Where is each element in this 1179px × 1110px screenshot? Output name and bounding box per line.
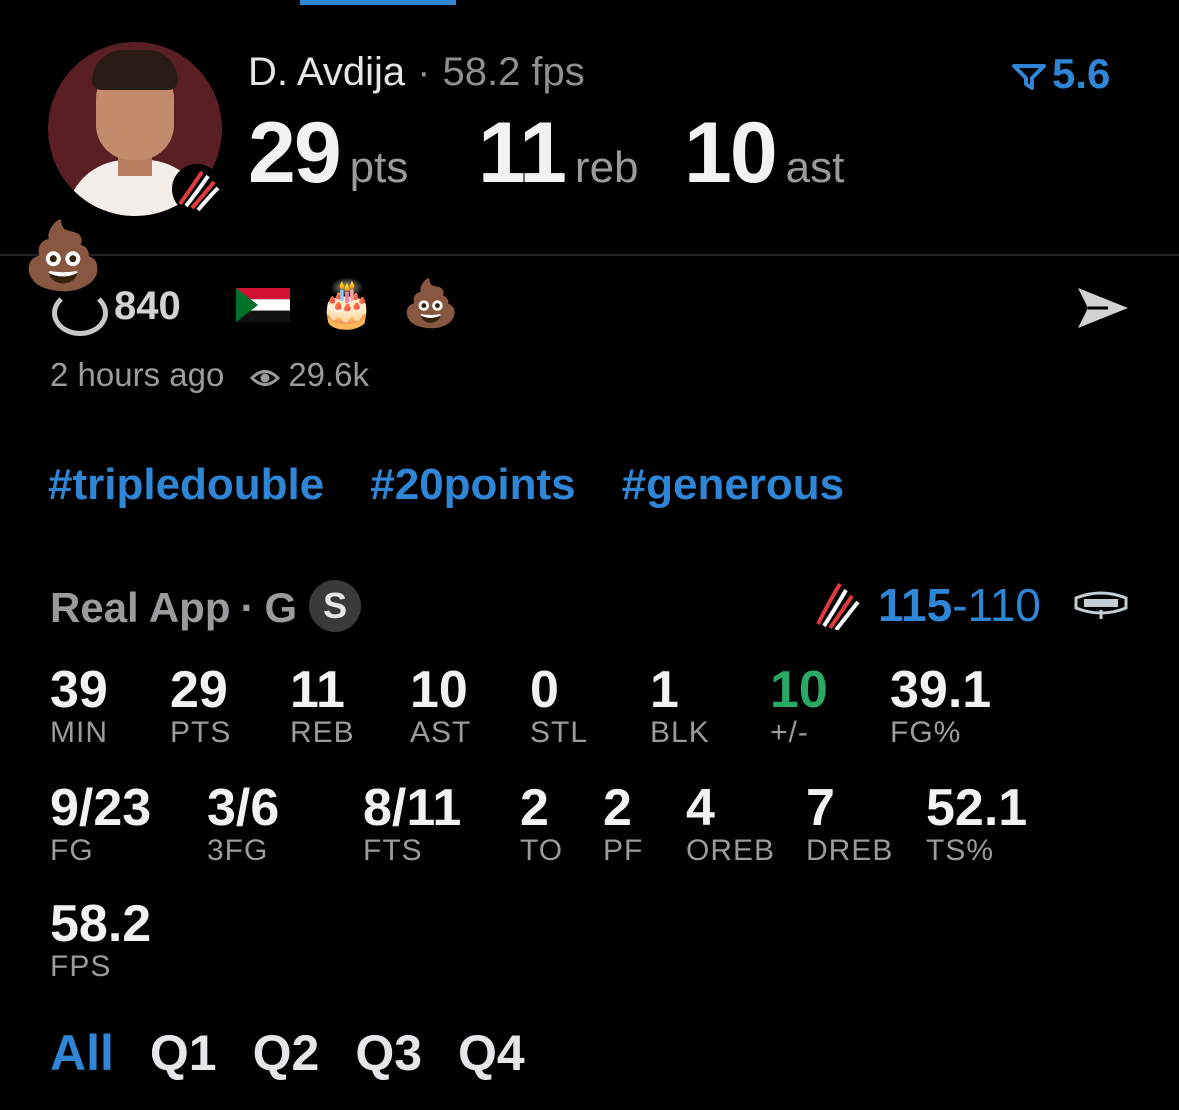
spurs-logo-icon xyxy=(1072,588,1130,625)
big-stat-points: 29 pts xyxy=(248,105,409,201)
eye-icon xyxy=(250,370,281,386)
player-name[interactable]: D. Avdija xyxy=(248,50,405,94)
stat-fts: 8/11 FTS xyxy=(363,779,462,867)
selected-reaction-emoji[interactable]: 💩 xyxy=(22,222,104,288)
divider xyxy=(0,254,1179,256)
tab-q4[interactable]: Q4 xyxy=(458,1025,525,1081)
separator-dot: · xyxy=(240,584,255,631)
stat-ts-pct: 52.1 TS% xyxy=(926,779,1028,867)
stat-ast: 10 AST xyxy=(410,661,472,749)
app-label: Real App xyxy=(50,584,231,631)
hashtag-20points[interactable]: #20points xyxy=(370,460,575,509)
share-icon[interactable] xyxy=(1074,284,1132,337)
hashtag-list: #tripledouble #20points #generous xyxy=(48,460,890,510)
stat-pf: 2 PF xyxy=(603,779,644,867)
stat-dreb: 7 DREB xyxy=(806,779,894,867)
separator-dot: · xyxy=(417,50,431,94)
player-name-line: D. Avdija · 58.2 fps xyxy=(248,50,585,95)
tab-all[interactable]: All xyxy=(50,1025,114,1081)
hashtag-generous[interactable]: #generous xyxy=(622,460,845,509)
stat-fg-pct: 39.1 FG% xyxy=(890,661,992,749)
time-ago: 2 hours ago xyxy=(50,356,225,393)
stat-stl: 0 STL xyxy=(530,661,589,749)
stat-plus-minus: 10 +/- xyxy=(770,661,828,749)
reaction-count[interactable]: 840 xyxy=(114,284,181,329)
view-count: 29.6k xyxy=(288,356,370,393)
tab-q3[interactable]: Q3 xyxy=(355,1025,422,1081)
trail-blazers-logo-icon xyxy=(172,164,222,214)
player-position: G xyxy=(264,584,298,631)
vote-button[interactable]: 5.6 xyxy=(1012,50,1110,98)
trail-blazers-logo-icon xyxy=(814,580,860,635)
game-score[interactable]: 115-110 xyxy=(878,578,1041,632)
active-tab-indicator xyxy=(300,0,456,5)
stat-fg: 9/23 FG xyxy=(50,779,152,867)
score-dash: - xyxy=(952,579,968,631)
player-fps: 58.2 fps xyxy=(442,50,585,94)
stat-fps: 58.2 FPS xyxy=(50,895,152,983)
vote-value: 5.6 xyxy=(1052,50,1111,97)
hashtag-tripledouble[interactable]: #tripledouble xyxy=(48,460,324,509)
stat-reb: 11 REB xyxy=(290,661,355,749)
home-score: 115 xyxy=(878,579,953,631)
stat-oreb: 4 OREB xyxy=(686,779,776,867)
tab-q2[interactable]: Q2 xyxy=(253,1025,320,1081)
app-source-line: Real App · G S xyxy=(50,580,362,632)
poop-emoji[interactable]: 💩 xyxy=(402,280,459,326)
filter-vote-icon xyxy=(1012,63,1046,90)
stat-to: 2 TO xyxy=(520,779,564,867)
starter-badge: S xyxy=(309,580,362,632)
away-score: 110 xyxy=(967,579,1041,631)
reaction-ring-icon xyxy=(52,290,108,336)
stat-3fg: 3/6 3FG xyxy=(207,779,280,867)
cake-emoji[interactable]: 🎂 xyxy=(318,280,375,326)
stat-pts: 29 PTS xyxy=(170,661,232,749)
sudan-flag-icon[interactable] xyxy=(236,288,290,322)
stat-blk: 1 BLK xyxy=(650,661,710,749)
big-stat-rebounds: 11 reb xyxy=(478,105,639,201)
big-stat-assists: 10 ast xyxy=(684,105,845,201)
post-meta: 2 hours ago 29.6k xyxy=(50,356,369,394)
period-tabs: All Q1 Q2 Q3 Q4 xyxy=(50,1024,561,1082)
stat-min: 39 MIN xyxy=(50,661,108,749)
tab-q1[interactable]: Q1 xyxy=(150,1025,217,1081)
